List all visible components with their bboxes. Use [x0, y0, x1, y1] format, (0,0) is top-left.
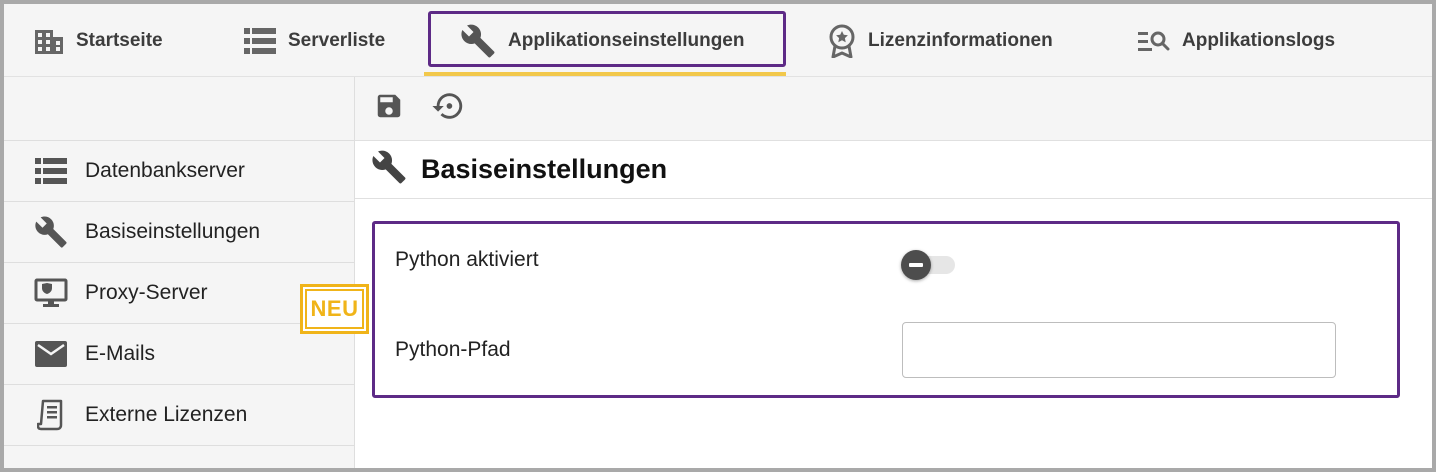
main-content: Basiseinstellungen Python aktiviert Pyth…	[355, 77, 1432, 468]
sidebar-item-label: Externe Lizenzen	[85, 403, 248, 426]
top-navigation: Startseite Serverliste Applikationseinst…	[4, 4, 1432, 77]
page-title: Basiseinstellungen	[421, 154, 668, 184]
wrench-icon	[460, 23, 496, 59]
tab-lizenzinformationen[interactable]: Lizenzinformationen	[828, 4, 1053, 77]
monitor-shield-icon	[34, 276, 68, 310]
toolbar	[355, 77, 1432, 141]
sidebar-item-label: Basiseinstellungen	[85, 220, 261, 243]
save-button[interactable]	[371, 91, 407, 127]
toggle-knob	[901, 250, 931, 280]
sidebar-item-externe-lizenzen[interactable]: Externe Lizenzen	[4, 385, 354, 446]
tab-label: Serverliste	[288, 29, 386, 51]
new-badge-inner: NEU	[305, 289, 364, 329]
tab-label: Applikationslogs	[1182, 29, 1336, 51]
award-badge-icon	[828, 24, 856, 58]
certificate-document-icon	[34, 398, 68, 432]
new-badge: NEU	[300, 284, 369, 334]
server-list-icon	[244, 27, 276, 54]
restore-history-icon	[431, 89, 465, 128]
sidebar-item-basiseinstellungen[interactable]: Basiseinstellungen	[4, 202, 354, 263]
sidebar-item-datenbankserver[interactable]: Datenbankserver	[4, 141, 354, 202]
python-path-label: Python-Pfad	[395, 338, 511, 361]
section-header: Basiseinstellungen	[355, 141, 1432, 199]
tab-applikationseinstellungen[interactable]: Applikationseinstellungen	[460, 4, 744, 77]
tab-serverliste[interactable]: Serverliste	[244, 4, 385, 77]
envelope-icon	[34, 337, 68, 371]
server-list-icon	[34, 154, 68, 188]
settings-sidebar: Datenbankserver Basiseinstellungen Proxy…	[4, 77, 355, 468]
tab-label: Lizenzinformationen	[868, 29, 1053, 51]
sidebar-item-label: Datenbankserver	[85, 159, 245, 182]
sidebar-item-label: E-Mails	[85, 342, 156, 365]
log-search-icon	[1138, 29, 1170, 53]
tab-label: Startseite	[76, 29, 163, 51]
sidebar-item-label: Proxy-Server	[85, 281, 208, 304]
wrench-icon	[34, 215, 68, 249]
building-icon	[34, 27, 64, 55]
app-window: Startseite Serverliste Applikationseinst…	[0, 0, 1436, 472]
wrench-icon	[371, 149, 407, 190]
python-enabled-label: Python aktiviert	[395, 248, 539, 271]
active-tab-underline	[424, 72, 786, 76]
new-badge-text: NEU	[310, 296, 359, 321]
python-enabled-toggle[interactable]	[901, 250, 959, 280]
tab-applikationslogs[interactable]: Applikationslogs	[1138, 4, 1335, 77]
save-icon	[374, 91, 404, 126]
python-settings-group: Python aktiviert Python-Pfad	[372, 221, 1400, 398]
sidebar-header	[4, 77, 354, 141]
tab-startseite[interactable]: Startseite	[34, 4, 163, 77]
python-path-input[interactable]	[902, 322, 1336, 378]
restore-button[interactable]	[430, 91, 466, 127]
tab-label: Applikationseinstellungen	[508, 29, 745, 51]
